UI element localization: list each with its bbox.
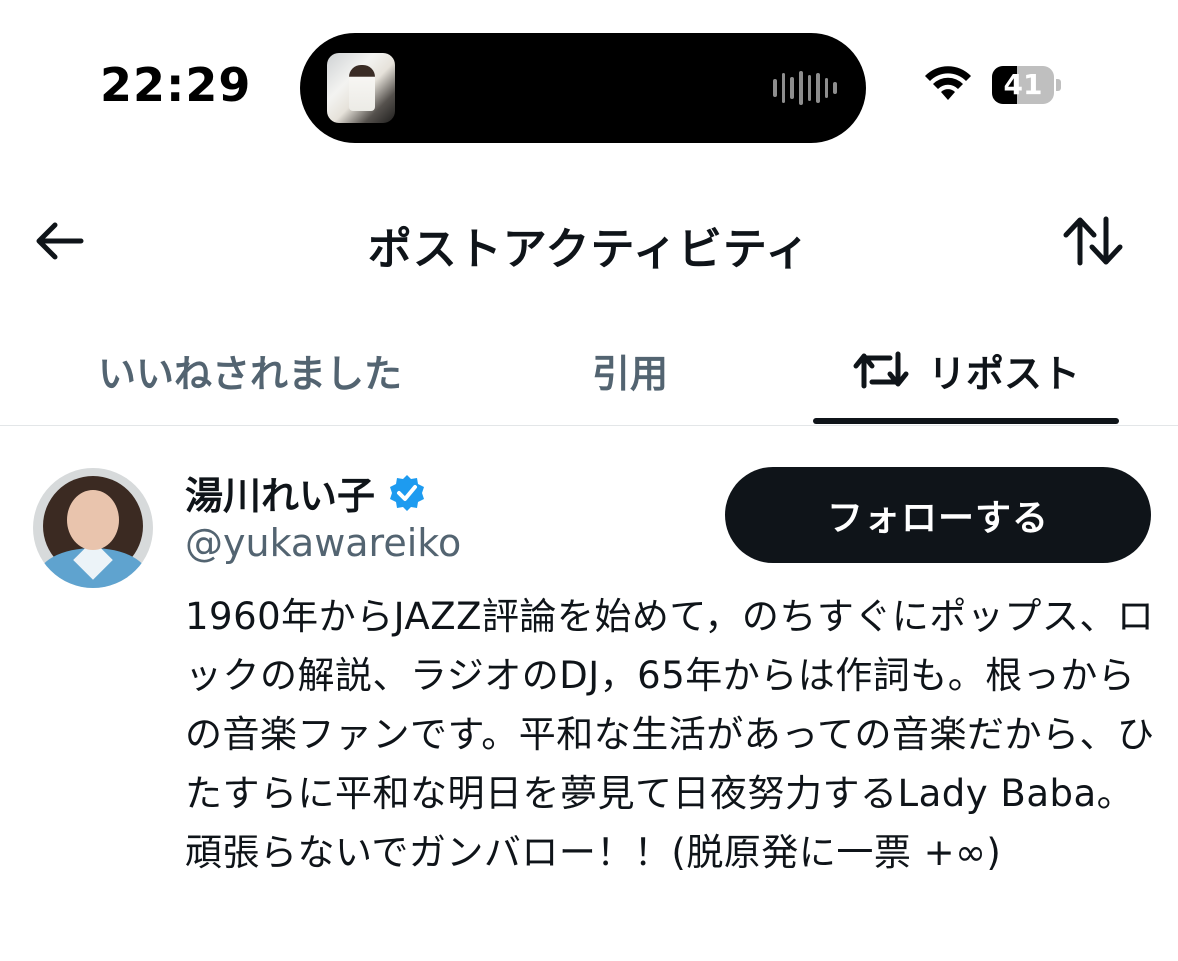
header: ポストアクティビティ: [0, 195, 1178, 290]
album-art-icon[interactable]: [327, 53, 395, 123]
tab-reposts-label: リポスト: [927, 351, 1080, 396]
status-bar: 22:29 41: [0, 0, 1178, 170]
tab-bar: いいねされました 引用 リポスト: [0, 315, 1178, 426]
waveform-icon: [773, 70, 837, 106]
user-handle[interactable]: @yukawareiko: [185, 521, 461, 565]
tab-liked[interactable]: いいねされました: [40, 315, 460, 425]
tab-reposts[interactable]: リポスト: [813, 315, 1119, 425]
repost-icon: [853, 351, 909, 389]
back-button[interactable]: [30, 215, 88, 267]
arrow-left-icon: [36, 222, 84, 260]
avatar[interactable]: [33, 468, 153, 588]
tab-liked-label: いいねされました: [97, 351, 402, 396]
display-name[interactable]: 湯川れい子: [185, 465, 375, 520]
follow-button[interactable]: フォローする: [725, 467, 1151, 563]
tab-quotes-label: 引用: [591, 351, 668, 396]
wifi-icon: [925, 66, 971, 100]
sort-button[interactable]: [1058, 213, 1128, 269]
sort-arrows-icon: [1063, 216, 1123, 266]
display-name-row: 湯川れい子: [185, 465, 427, 520]
active-tab-indicator: [813, 418, 1119, 424]
user-bio: 1960年からJAZZ評論を始めて，のちすぐにポップス、ロックの解説、ラジオのD…: [185, 595, 1155, 874]
dynamic-island[interactable]: [300, 33, 866, 143]
battery-icon: 41: [992, 66, 1062, 104]
verified-badge-icon: [387, 473, 427, 513]
battery-level: 41: [1003, 68, 1043, 101]
user-list-item[interactable]: 湯川れい子 @yukawareiko フォローする 1960年からJAZZ評論を…: [0, 425, 1178, 961]
tab-quotes[interactable]: 引用: [490, 315, 770, 425]
page-title: ポストアクティビティ: [367, 224, 811, 275]
status-time: 22:29: [100, 58, 252, 112]
